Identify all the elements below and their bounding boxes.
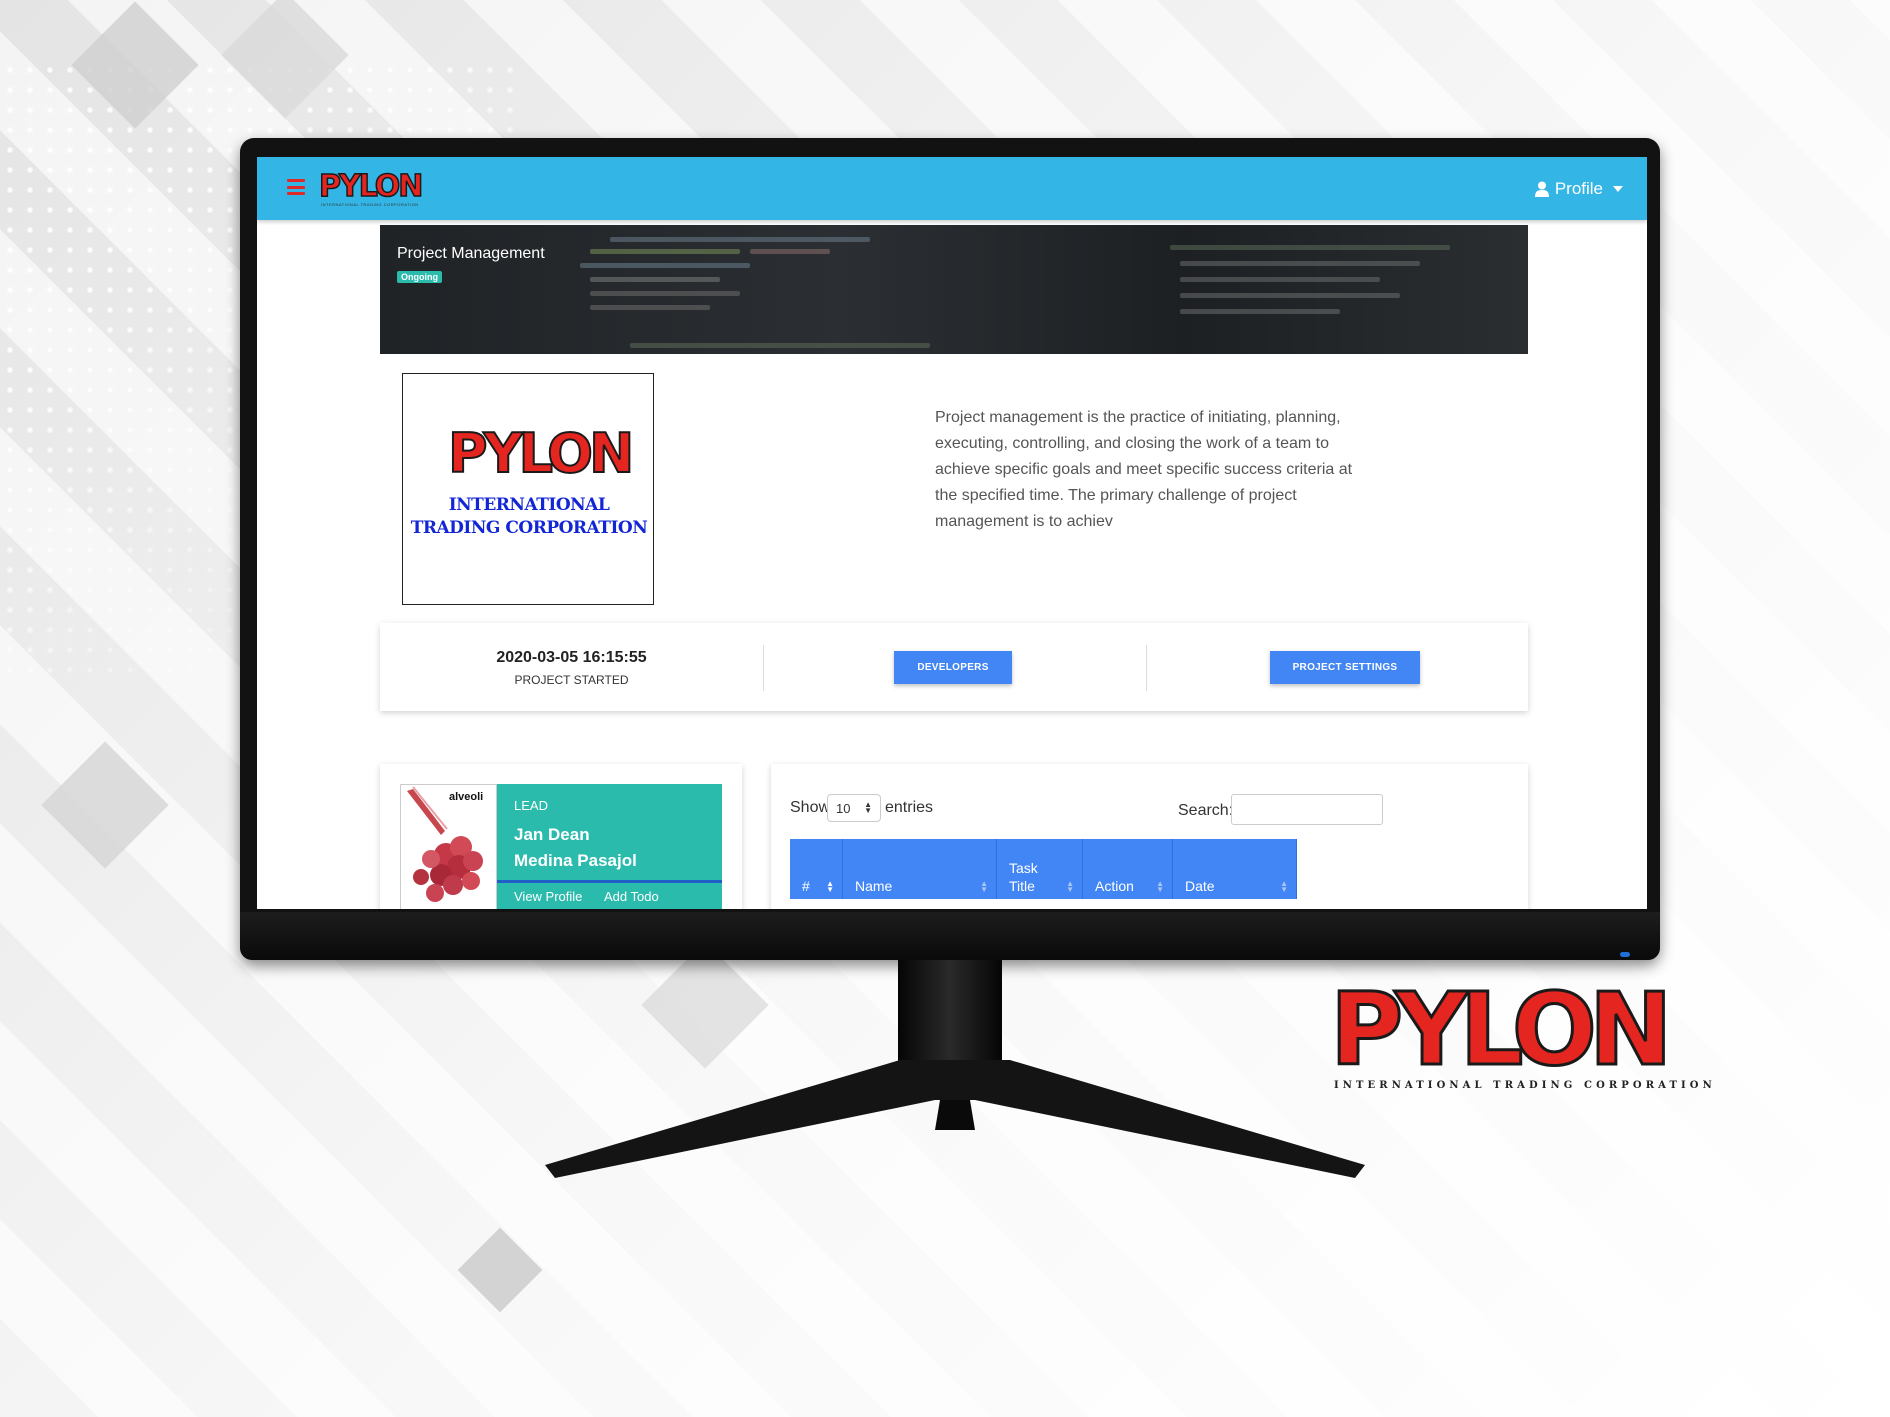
sort-icon: ▲ ▼ (826, 879, 834, 894)
hamburger-icon[interactable] (287, 179, 305, 195)
select-arrows-icon: ▲ ▼ (864, 800, 872, 815)
project-logo-caption: INTERNATIONAL TRADING CORPORATION (410, 495, 648, 538)
column-header-date[interactable]: Date ▲ ▼ (1173, 839, 1297, 899)
monitor-stand-base (545, 1060, 1365, 1178)
sort-icon: ▲ ▼ (1280, 879, 1288, 894)
add-todo-link[interactable]: Add Todo (604, 889, 659, 904)
app-screen: PYLON INTERNATIONAL TRADING CORPORATION … (257, 157, 1647, 909)
nav-logo[interactable]: PYLON INTERNATIONAL TRADING CORPORATION (318, 169, 424, 208)
sort-icon: ▲ ▼ (980, 879, 988, 894)
column-header-task-title[interactable]: Task Title ▲ ▼ (997, 839, 1083, 899)
lead-role: LEAD (514, 798, 548, 813)
divider (1146, 645, 1147, 691)
project-banner: Project Management Ongoing (380, 225, 1528, 354)
project-description: Project management is the practice of in… (935, 409, 1353, 530)
entries-label: entries (885, 799, 934, 816)
search-label: Search: (1178, 802, 1234, 819)
column-header-action[interactable]: Action ▲ ▼ (1083, 839, 1173, 899)
sort-icon: ▲ ▼ (1066, 879, 1074, 894)
project-settings-button[interactable]: PROJECT SETTINGS (1270, 651, 1420, 684)
nav-logo-text: PYLON (318, 169, 424, 205)
tasks-table-panel: Show 10 ▲ ▼ entries Search: # ▲ ▼ Name ▲ ▼ … (771, 764, 1528, 909)
power-led (1620, 952, 1630, 957)
sort-icon: ▲ ▼ (1156, 879, 1164, 894)
search-input[interactable] (1231, 794, 1383, 825)
corner-logo: PYLON INTERNATIONAL TRADING CORPORATION (1329, 971, 1712, 1100)
project-logo: PYLON INTERNATIONAL TRADING CORPORATION (402, 373, 654, 605)
nav-logo-tagline: INTERNATIONAL TRADING CORPORATION (321, 202, 419, 207)
lead-name: Jan Dean Medina Pasajol (514, 822, 714, 874)
column-header-name[interactable]: Name ▲ ▼ (843, 839, 997, 899)
view-profile-link[interactable]: View Profile (514, 889, 582, 904)
lead-image-label: alveoli (449, 791, 484, 803)
alveoli-image (407, 786, 483, 902)
column-header-number[interactable]: # ▲ ▼ (790, 839, 843, 899)
lead-card: alveoli LEAD Jan Dean Medina Pasajol Vie… (400, 784, 722, 909)
project-start-label: PROJECT STARTED (514, 673, 629, 687)
corner-logo-text: PYLON (1329, 971, 1675, 1088)
project-start-date: 2020-03-05 16:15:55 (496, 649, 647, 666)
top-navbar: PYLON INTERNATIONAL TRADING CORPORATION … (257, 157, 1647, 220)
profile-dropdown[interactable]: Profile (1534, 179, 1623, 199)
lead-name-line1: Jan Dean (514, 825, 590, 844)
entries-value: 10 (836, 801, 851, 816)
monitor-bezel-bottom (240, 912, 1660, 960)
developers-button[interactable]: DEVELOPERS (894, 651, 1012, 684)
table-header: # ▲ ▼ Name ▲ ▼ Task Title ▲ ▼ Action ▲ ▼ Dat… (790, 839, 1297, 899)
entries-select[interactable]: 10 ▲ ▼ (827, 794, 881, 822)
project-title: Project Management (397, 245, 545, 262)
corner-logo-tagline: INTERNATIONAL TRADING CORPORATION (1334, 1080, 1716, 1091)
project-logo-text: PYLON (447, 422, 635, 485)
lead-avatar: alveoli (400, 784, 497, 909)
lead-panel: alveoli LEAD Jan Dean Medina Pasajol Vie… (380, 764, 742, 909)
chevron-down-icon (1613, 186, 1623, 192)
status-badge: Ongoing (397, 271, 442, 283)
profile-label: Profile (1554, 179, 1603, 198)
lead-divider (497, 880, 722, 883)
show-label: Show (790, 799, 831, 816)
project-stats-card: 2020-03-05 16:15:55 PROJECT STARTED DEVE… (380, 623, 1528, 711)
user-icon (1534, 181, 1549, 197)
lead-name-line2: Medina Pasajol (514, 851, 637, 870)
divider (763, 645, 764, 691)
